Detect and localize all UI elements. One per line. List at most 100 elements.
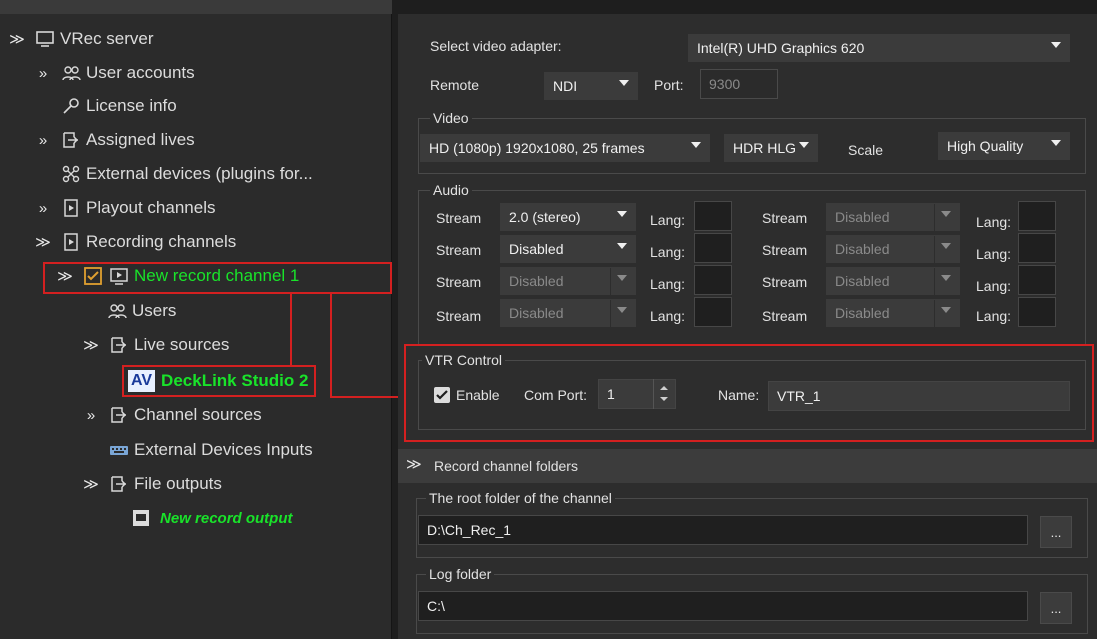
video-adapter-label: Select video adapter: [430, 38, 562, 54]
stream-label: Stream [762, 242, 808, 258]
remote-label: Remote [430, 77, 480, 93]
lang-label: Lang: [650, 244, 686, 260]
stream-label: Stream [762, 274, 808, 290]
audio-stream-select-right-1[interactable]: Disabled [826, 203, 960, 232]
video-adapter-select[interactable]: Intel(R) UHD Graphics 620 [688, 34, 1070, 62]
tree-label: Recording channels [86, 232, 237, 251]
stream-label: Stream [762, 308, 808, 324]
tree-item-assigned-lives[interactable]: » Assigned lives [34, 126, 195, 154]
navigation-tree: ≫ VRec server » User accounts License in… [0, 0, 392, 639]
tree-item-recording-channels[interactable]: ≫ Recording channels [34, 228, 236, 256]
tree-label: User accounts [86, 63, 195, 82]
audio-stream-select-4[interactable]: Disabled [500, 299, 636, 328]
audio-stream-select-3[interactable]: Disabled [500, 267, 636, 296]
tree-label: Users [132, 301, 177, 320]
tree-item-external-devices[interactable]: External devices (plugins for... [60, 160, 313, 188]
lang-label: Lang: [650, 276, 686, 292]
tree-item-license-info[interactable]: License info [60, 92, 177, 120]
tree-label: Assigned lives [86, 130, 195, 149]
port-input[interactable]: 9300 [700, 69, 778, 99]
audio-stream-value: Disabled [835, 305, 890, 321]
tree-item-channel-sources[interactable]: » Channel sources [82, 401, 262, 429]
tree-label: VRec server [60, 29, 154, 48]
record-channel-folders-header[interactable]: ≫ Record channel folders [398, 449, 1097, 483]
chevron-right-icon[interactable]: » [82, 407, 100, 424]
chevron-down-icon[interactable]: ≫ [8, 30, 26, 48]
stream-label: Stream [436, 308, 482, 324]
audio-stream-value: Disabled [835, 273, 890, 289]
audio-stream-value: Disabled [835, 209, 890, 225]
root-folder-input[interactable]: D:\Ch_Rec_1 [418, 515, 1028, 545]
tree-item-user-accounts[interactable]: » User accounts [34, 59, 195, 87]
audio-stream-select-right-2[interactable]: Disabled [826, 235, 960, 264]
dropdown-arrow-icon [617, 307, 627, 313]
lang-input[interactable] [694, 201, 732, 231]
highlight-box-decklink [122, 365, 316, 397]
video-format-select[interactable]: HD (1080p) 1920x1080, 25 frames [420, 134, 710, 162]
lang-input[interactable] [694, 265, 732, 295]
tree-item-new-record-output[interactable]: New record output [130, 504, 293, 532]
lang-input[interactable] [1018, 233, 1056, 263]
lang-input[interactable] [694, 233, 732, 263]
root-folder-title: The root folder of the channel [426, 490, 615, 506]
lang-input[interactable] [694, 297, 732, 327]
dropdown-arrow-icon [619, 80, 629, 86]
scale-select[interactable]: High Quality [938, 132, 1070, 160]
stream-label: Stream [436, 274, 482, 290]
lang-input[interactable] [1018, 297, 1056, 327]
hdr-value: HDR HLG [733, 140, 797, 156]
live-input-icon [60, 130, 82, 150]
audio-stream-value: Disabled [509, 241, 564, 257]
dropdown-arrow-icon [941, 243, 951, 249]
plugin-icon [60, 164, 82, 184]
chevron-down-icon[interactable]: ≫ [82, 336, 100, 354]
dropdown-arrow-icon [1051, 140, 1061, 146]
chevron-right-icon[interactable]: » [34, 200, 52, 217]
tree-item-users[interactable]: Users [106, 297, 176, 325]
live-input-icon [108, 335, 130, 355]
chevron-down-icon[interactable]: ≫ [82, 475, 100, 493]
chevron-down-icon[interactable]: ≫ [406, 455, 422, 473]
dropdown-arrow-icon [799, 142, 809, 148]
browse-root-folder-button[interactable]: ... [1040, 516, 1072, 548]
connector-line [330, 396, 404, 398]
lang-input[interactable] [1018, 265, 1056, 295]
channel-icon [60, 232, 82, 252]
tree-item-external-devices-inputs[interactable]: External Devices Inputs [108, 436, 313, 464]
remote-select[interactable]: NDI [544, 72, 638, 100]
lang-input[interactable] [1018, 201, 1056, 231]
dropdown-arrow-icon [1051, 42, 1061, 48]
browse-log-folder-button[interactable]: ... [1040, 592, 1072, 624]
audio-stream-value: 2.0 (stereo) [509, 209, 581, 225]
folders-header-label: Record channel folders [434, 458, 578, 474]
chevron-right-icon[interactable]: » [34, 65, 52, 82]
audio-stream-select-2[interactable]: Disabled [500, 235, 636, 263]
hdr-select[interactable]: HDR HLG [724, 134, 818, 162]
dropdown-arrow-icon [691, 142, 701, 148]
channel-icon [60, 198, 82, 218]
root-folder-value: D:\Ch_Rec_1 [427, 522, 512, 538]
dropdown-arrow-icon [941, 211, 951, 217]
live-input-icon [108, 474, 130, 494]
log-folder-value: C:\ [427, 598, 445, 614]
tree-label: External devices (plugins for... [86, 164, 313, 183]
tree-label: Playout channels [86, 198, 216, 217]
audio-stream-select-right-3[interactable]: Disabled [826, 267, 960, 296]
lang-label: Lang: [650, 212, 686, 228]
tree-item-live-sources[interactable]: ≫ Live sources [82, 331, 229, 359]
tree-item-playout-channels[interactable]: » Playout channels [34, 194, 216, 222]
connector-line [290, 294, 292, 365]
tree-item-vrec-server[interactable]: ≫ VRec server [8, 25, 154, 53]
dropdown-arrow-icon [941, 307, 951, 313]
chevron-down-icon[interactable]: ≫ [34, 233, 52, 251]
audio-stream-select-right-4[interactable]: Disabled [826, 299, 960, 328]
stream-label: Stream [436, 242, 482, 258]
log-folder-title: Log folder [426, 566, 495, 582]
scale-value: High Quality [947, 138, 1024, 154]
remote-value: NDI [553, 78, 578, 94]
chevron-right-icon[interactable]: » [34, 132, 52, 149]
tree-item-file-outputs[interactable]: ≫ File outputs [82, 470, 222, 498]
audio-stream-select-1[interactable]: 2.0 (stereo) [500, 203, 636, 231]
port-label: Port: [654, 77, 684, 93]
log-folder-input[interactable]: C:\ [418, 591, 1028, 621]
